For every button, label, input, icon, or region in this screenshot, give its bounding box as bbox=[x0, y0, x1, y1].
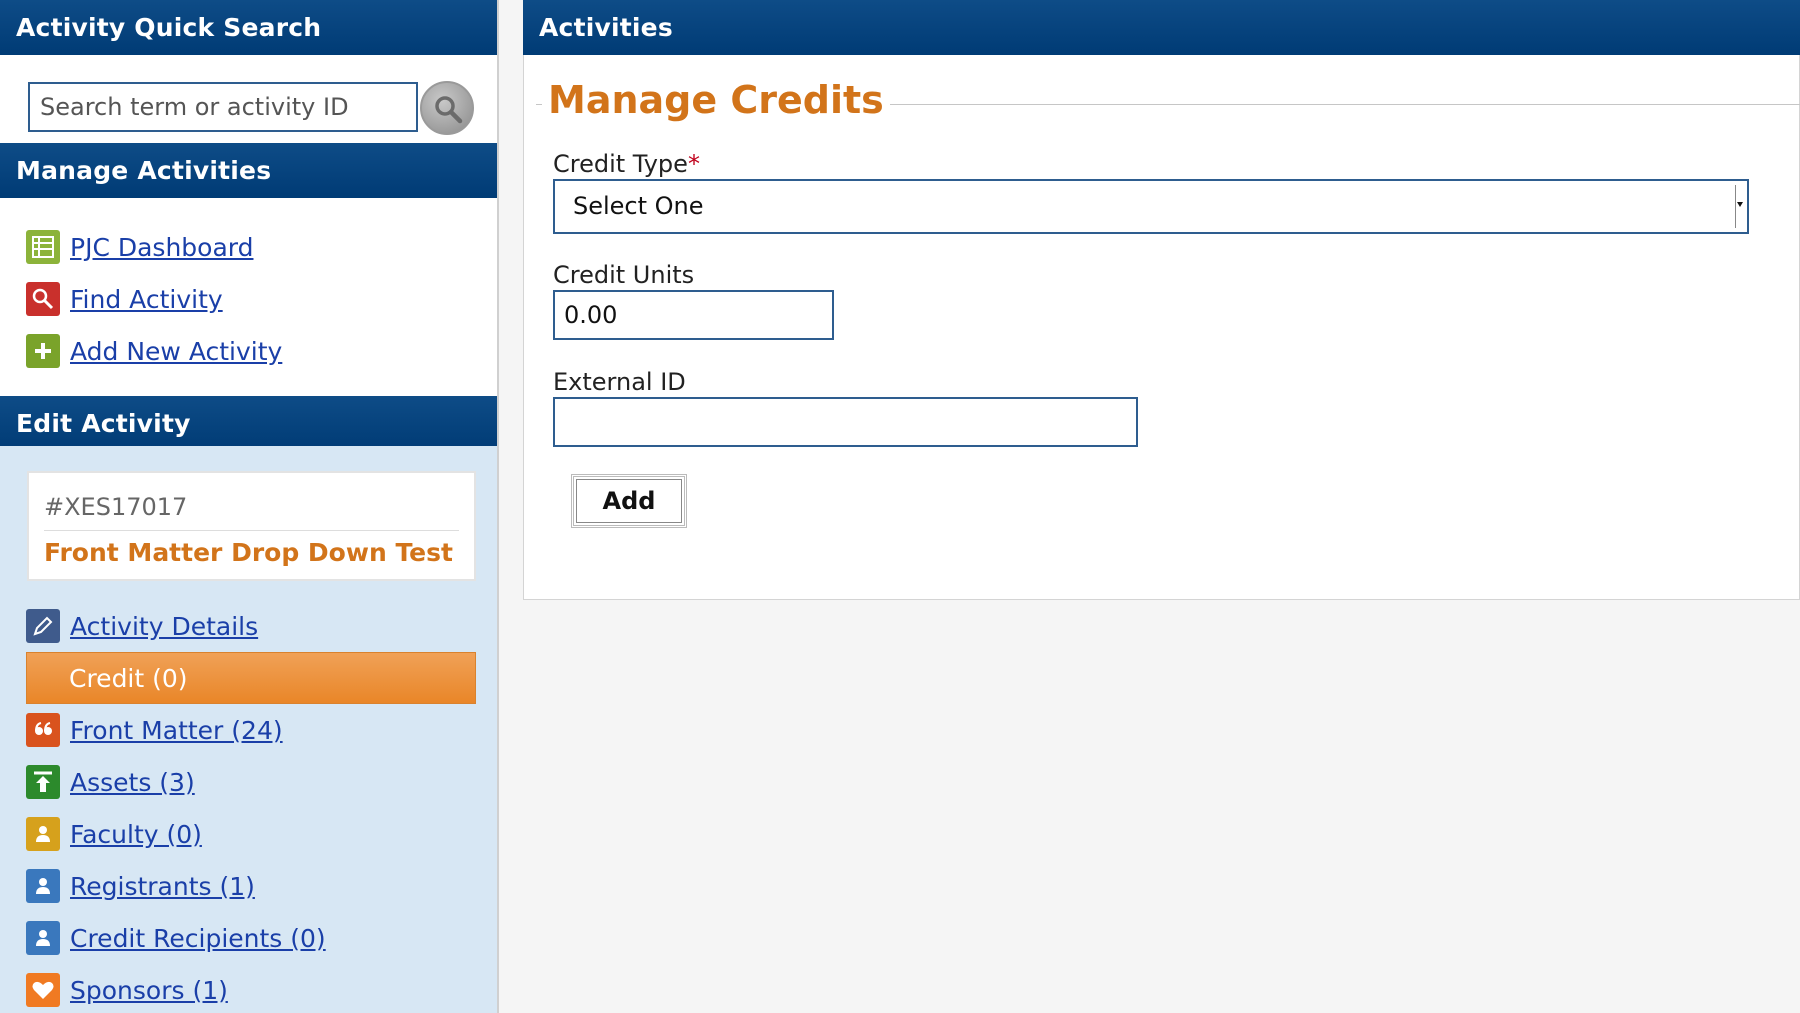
search-input[interactable] bbox=[28, 82, 418, 132]
manage-activities-header: Manage Activities bbox=[0, 143, 497, 198]
nav-link-add-new-activity[interactable]: Add New Activity bbox=[70, 337, 282, 366]
edit-activity-panel: #XES17017 Front Matter Drop Down Test Ac… bbox=[0, 446, 497, 1013]
activity-id: #XES17017 bbox=[44, 493, 188, 521]
upload-icon bbox=[26, 765, 60, 799]
dropdown-arrow-icon bbox=[1735, 185, 1743, 228]
quote-icon bbox=[26, 713, 60, 747]
nav-item-activity-details[interactable]: Activity Details bbox=[0, 600, 497, 652]
manage-credits-panel: Manage Credits Credit Type* Select One C… bbox=[523, 55, 1800, 600]
edit-activity-nav: Activity Details Credit (0) Front Matter… bbox=[0, 600, 497, 1013]
nav-item-credit-recipients[interactable]: Credit Recipients (0) bbox=[0, 912, 497, 964]
search-button[interactable] bbox=[420, 81, 474, 135]
nav-link-credit[interactable]: Credit (0) bbox=[69, 664, 188, 693]
person-icon bbox=[26, 817, 60, 851]
credit-type-selected-value: Select One bbox=[573, 192, 704, 220]
nav-item-assets[interactable]: Assets (3) bbox=[0, 756, 497, 808]
search-icon bbox=[435, 96, 463, 124]
credit-units-input[interactable] bbox=[553, 290, 834, 340]
nav-link-pjc-dashboard[interactable]: PJC Dashboard bbox=[70, 233, 253, 262]
dashboard-icon bbox=[26, 230, 60, 264]
pencil-icon bbox=[26, 609, 60, 643]
nav-link-front-matter[interactable]: Front Matter (24) bbox=[70, 716, 283, 745]
plus-icon bbox=[26, 334, 60, 368]
nav-link-registrants[interactable]: Registrants (1) bbox=[70, 872, 255, 901]
person-icon bbox=[26, 921, 60, 955]
nav-link-find-activity[interactable]: Find Activity bbox=[70, 285, 223, 314]
activity-card: #XES17017 Front Matter Drop Down Test bbox=[27, 471, 476, 581]
credit-type-label: Credit Type* bbox=[553, 150, 700, 178]
nav-item-sponsors[interactable]: Sponsors (1) bbox=[0, 964, 497, 1013]
left-sidebar: Activity Quick Search Manage Activities … bbox=[0, 0, 499, 1013]
nav-link-activity-details[interactable]: Activity Details bbox=[70, 612, 258, 641]
nav-link-credit-recipients[interactable]: Credit Recipients (0) bbox=[70, 924, 326, 953]
divider bbox=[44, 530, 459, 531]
nav-item-add-new-activity[interactable]: Add New Activity bbox=[0, 325, 497, 377]
add-button[interactable]: Add bbox=[571, 474, 687, 528]
credit-type-select[interactable]: Select One bbox=[553, 179, 1749, 234]
search-icon bbox=[26, 282, 60, 316]
nav-item-registrants[interactable]: Registrants (1) bbox=[0, 860, 497, 912]
activities-header: Activities bbox=[523, 0, 1800, 55]
external-id-label: External ID bbox=[553, 368, 686, 396]
person-icon bbox=[26, 869, 60, 903]
nav-link-faculty[interactable]: Faculty (0) bbox=[70, 820, 202, 849]
nav-item-credit[interactable]: Credit (0) bbox=[26, 652, 476, 704]
nav-item-faculty[interactable]: Faculty (0) bbox=[0, 808, 497, 860]
external-id-input[interactable] bbox=[553, 397, 1138, 447]
nav-link-sponsors[interactable]: Sponsors (1) bbox=[70, 976, 228, 1005]
credit-type-label-text: Credit Type bbox=[553, 150, 688, 178]
nav-item-front-matter[interactable]: Front Matter (24) bbox=[0, 704, 497, 756]
credit-units-label: Credit Units bbox=[553, 261, 695, 289]
nav-item-find-activity[interactable]: Find Activity bbox=[0, 273, 497, 325]
nav-item-pjc-dashboard[interactable]: PJC Dashboard bbox=[0, 221, 497, 273]
section-title: Manage Credits bbox=[542, 78, 890, 122]
activity-title: Front Matter Drop Down Test bbox=[44, 538, 453, 567]
quick-search-panel bbox=[0, 55, 497, 143]
manage-activities-panel: PJC Dashboard Find Activity Add New Acti… bbox=[0, 198, 497, 396]
heart-icon bbox=[26, 973, 60, 1007]
edit-activity-header: Edit Activity bbox=[0, 396, 497, 451]
required-mark: * bbox=[687, 150, 700, 178]
quick-search-header: Activity Quick Search bbox=[0, 0, 497, 55]
nav-link-assets[interactable]: Assets (3) bbox=[70, 768, 195, 797]
